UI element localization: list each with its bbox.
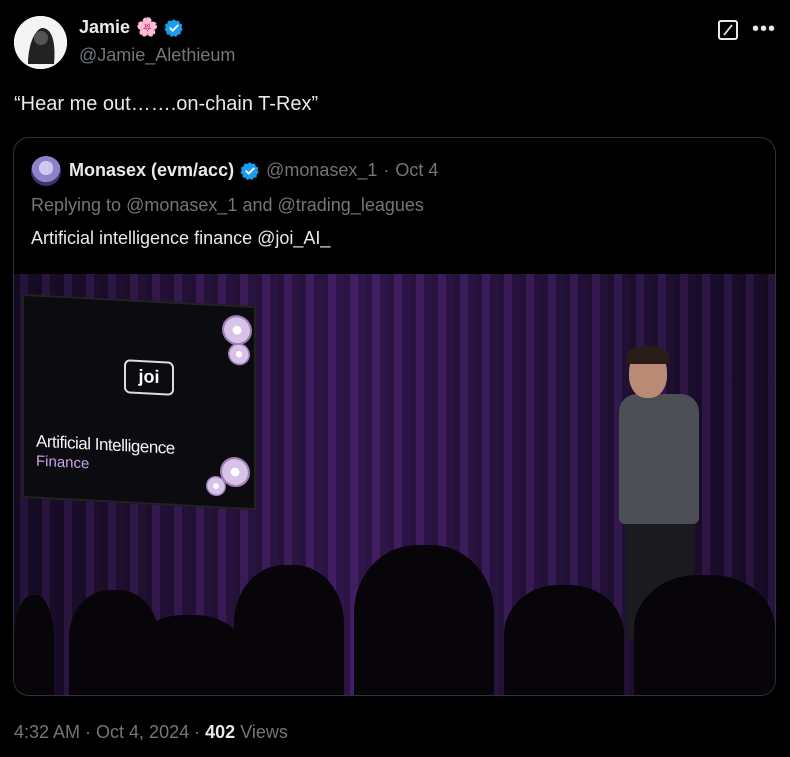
joi-logo: joi	[124, 359, 174, 396]
reply-mention-1[interactable]: @monasex_1	[126, 195, 237, 215]
replying-to-and: and	[242, 195, 273, 215]
quote-header: Monasex (evm/acc) @monasex_1 · Oct 4	[69, 160, 438, 181]
author-avatar[interactable]	[14, 16, 67, 69]
flower-decoration	[206, 475, 226, 497]
flower-decoration	[222, 314, 252, 346]
more-icon[interactable]: •••	[752, 18, 776, 41]
speaker-hair	[627, 346, 669, 364]
quote-author-handle[interactable]: @monasex_1	[266, 160, 377, 181]
quoted-tweet-card[interactable]: Monasex (evm/acc) @monasex_1 · Oct 4 Rep…	[13, 137, 776, 696]
verified-badge-icon	[240, 161, 259, 180]
audience-silhouettes	[14, 545, 775, 695]
quote-author-avatar[interactable]	[31, 156, 61, 186]
quote-media-image[interactable]: joi Artificial Intelligence Finance	[14, 274, 775, 695]
verified-badge-icon	[164, 18, 184, 37]
replying-to: Replying to @monasex_1 and @trading_leag…	[31, 195, 424, 216]
replying-to-label: Replying to	[31, 195, 122, 215]
quote-author-name[interactable]: Monasex (evm/acc)	[69, 160, 234, 181]
author-name[interactable]: Jamie	[79, 17, 130, 38]
views-count: 402	[205, 722, 236, 742]
author-handle[interactable]: @Jamie_Alethieum	[79, 45, 235, 66]
dot-separator: ·	[194, 722, 201, 742]
speaker-body	[619, 394, 699, 524]
author-name-row[interactable]: Jamie 🌸	[79, 17, 184, 38]
screen-subtitle: Finance	[36, 452, 90, 473]
quote-text: Artificial intelligence finance @joi_AI_	[31, 228, 331, 248]
reply-mention-2[interactable]: @trading_leagues	[278, 195, 424, 215]
tweet-timestamp[interactable]: 4:32 AM · Oct 4, 2024	[14, 722, 189, 742]
views-label: Views	[240, 722, 288, 742]
dot-separator: ·	[383, 160, 390, 180]
author-emoji: 🌸	[136, 17, 159, 37]
presentation-screen: joi Artificial Intelligence Finance	[22, 293, 256, 511]
flower-decoration	[228, 342, 250, 366]
tweet-footer: 4:32 AM · Oct 4, 2024 · 402 Views	[14, 722, 288, 743]
grok-icon[interactable]	[718, 20, 738, 40]
tweet-text: “Hear me out…….on-chain T-Rex”	[14, 93, 319, 115]
quote-date[interactable]: Oct 4	[395, 160, 438, 181]
